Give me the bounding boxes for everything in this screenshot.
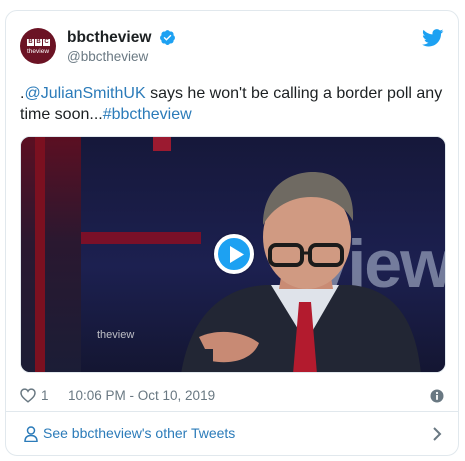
author-names[interactable]: bbctheview @bbctheview	[67, 28, 176, 66]
chevron-right-icon	[433, 427, 442, 441]
avatar-subtitle: theview	[27, 48, 50, 55]
avatar[interactable]: B B C theview	[20, 28, 56, 64]
avatar-letter: B	[27, 39, 34, 46]
hashtag-link[interactable]: #bbctheview	[103, 106, 192, 123]
tweet-timestamp[interactable]: 10:06 PM - Oct 10, 2019	[68, 388, 215, 403]
video-watermark: theview	[97, 329, 135, 341]
avatar-letter: B	[35, 39, 42, 46]
tweet-header: B B C theview bbctheview @bbctheview	[20, 26, 444, 70]
tweet-meta: 1 10:06 PM - Oct 10, 2019	[20, 386, 444, 406]
see-more-tweets-label[interactable]: See bbctheview's other Tweets	[43, 425, 235, 441]
play-button[interactable]	[214, 234, 254, 274]
twitter-bird-icon[interactable]	[422, 29, 444, 47]
mention-link[interactable]: @JulianSmithUK	[24, 85, 145, 102]
video-player[interactable]: view theview	[20, 136, 446, 373]
tweet-text: .@JulianSmithUK says he won't be calling…	[20, 83, 446, 125]
tweet-card: B B C theview bbctheview @bbctheview .@J…	[5, 10, 459, 456]
play-icon	[230, 246, 244, 263]
user-icon	[24, 426, 38, 442]
heart-icon[interactable]	[20, 388, 36, 403]
author-handle[interactable]: @bbctheview	[67, 48, 176, 66]
author-display-name[interactable]: bbctheview	[67, 28, 151, 48]
see-more-tweets-link[interactable]: See bbctheview's other Tweets	[6, 412, 458, 455]
like-count[interactable]: 1	[41, 388, 49, 403]
verified-badge-icon	[159, 29, 175, 45]
info-icon[interactable]	[430, 389, 444, 403]
avatar-letter: C	[43, 39, 50, 46]
avatar-logo: B B C	[27, 39, 50, 46]
